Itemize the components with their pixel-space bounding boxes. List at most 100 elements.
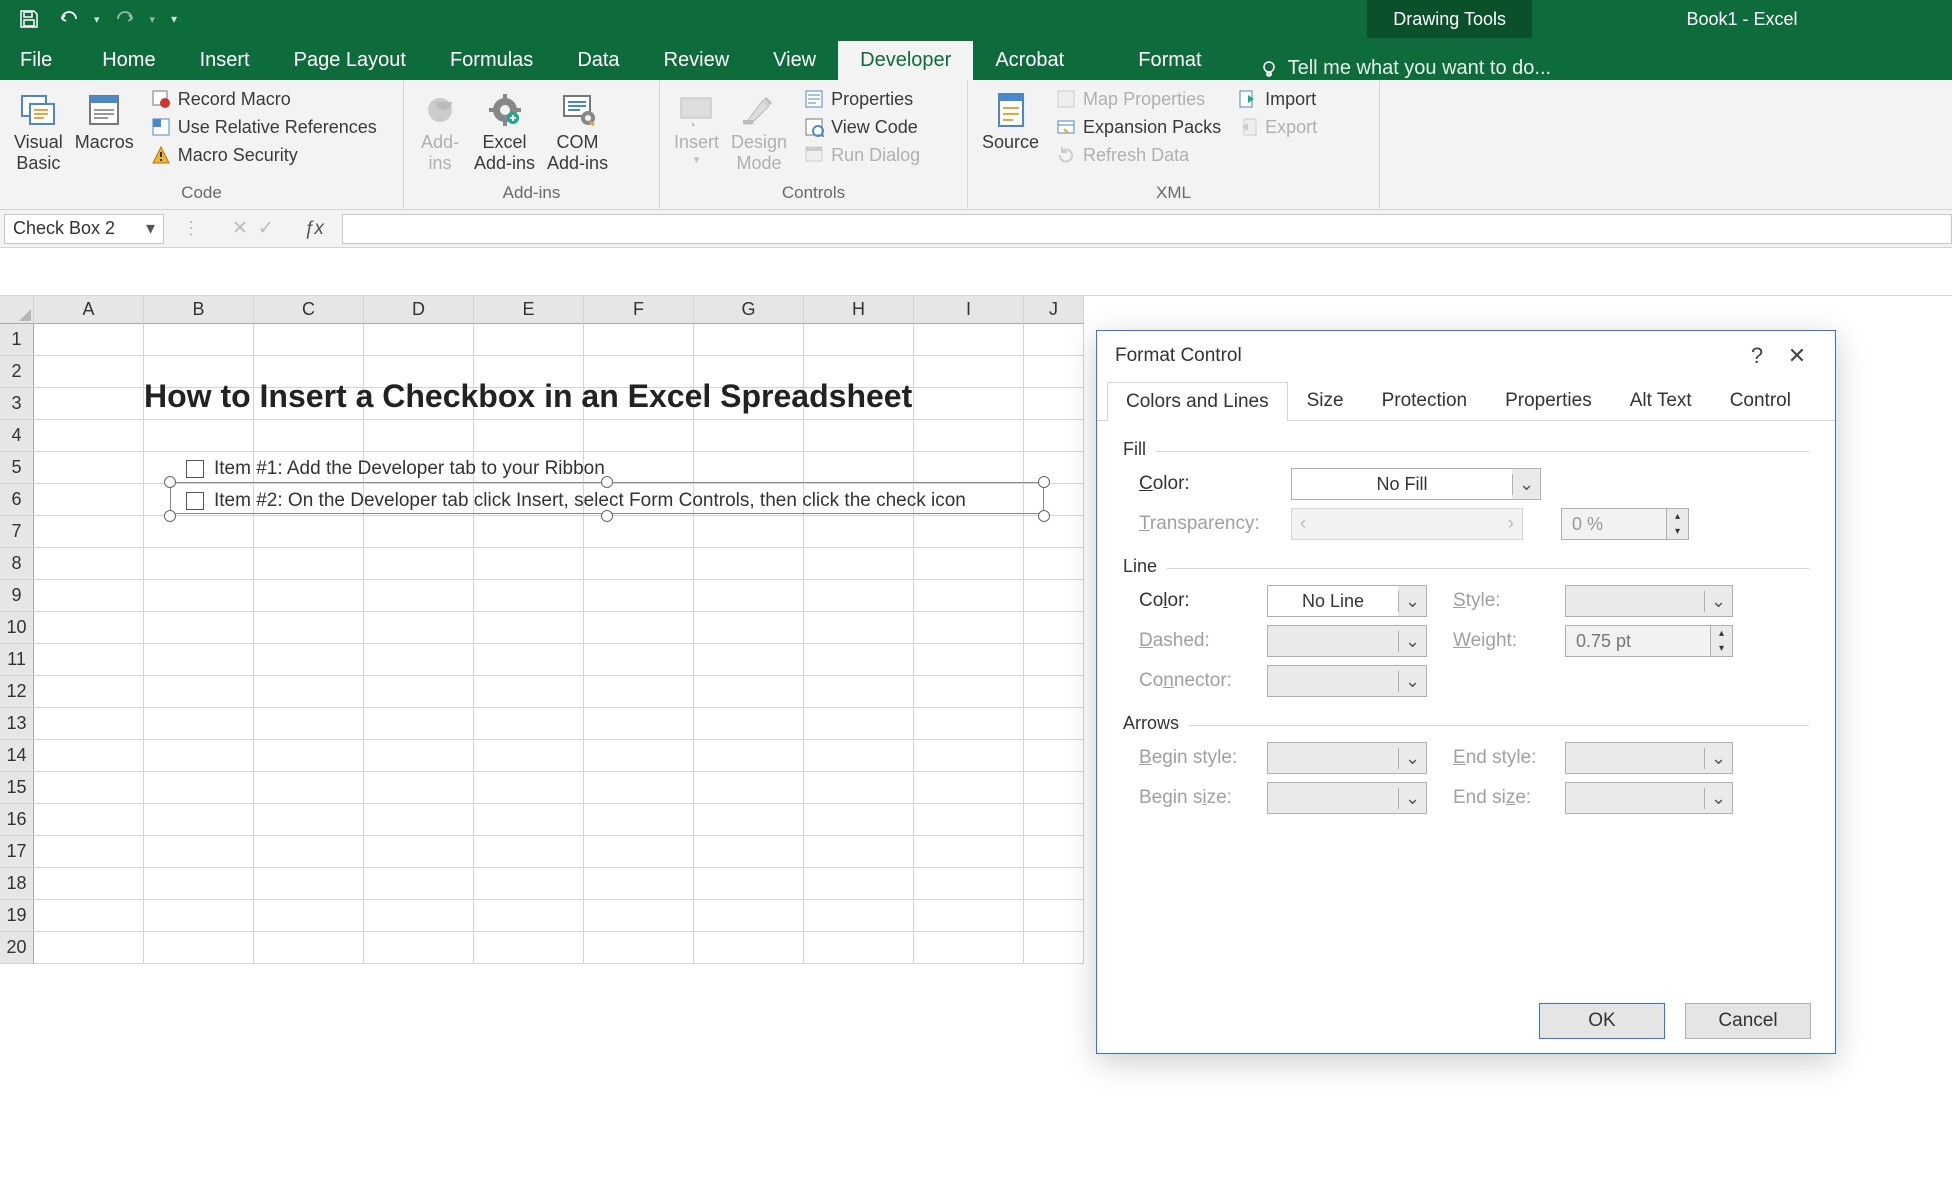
cell[interactable] [364,804,474,836]
cell[interactable] [254,644,364,676]
cell[interactable] [144,708,254,740]
cell[interactable] [474,612,584,644]
cell[interactable] [584,516,694,548]
dlg-tab-colors[interactable]: Colors and Lines [1107,382,1288,421]
row-header[interactable]: 14 [0,740,34,772]
cell[interactable] [584,836,694,868]
tab-page-layout[interactable]: Page Layout [272,41,428,80]
selection-handle[interactable] [601,476,613,488]
cell[interactable] [914,452,1024,484]
undo-icon[interactable] [54,4,84,34]
cell[interactable] [34,548,144,580]
tab-insert[interactable]: Insert [178,41,272,80]
cell[interactable] [364,836,474,868]
checkbox-item-1[interactable]: Item #1: Add the Developer tab to your R… [186,458,605,480]
cell[interactable] [584,612,694,644]
cell[interactable] [914,804,1024,836]
cell[interactable] [474,516,584,548]
cell[interactable] [584,708,694,740]
row-header[interactable]: 13 [0,708,34,740]
cell[interactable] [914,324,1024,356]
cell[interactable] [584,644,694,676]
cell[interactable] [144,804,254,836]
col-header[interactable]: F [584,296,694,324]
name-box[interactable]: Check Box 2 ▾ [4,214,164,244]
macro-security-button[interactable]: Macro Security [144,142,383,168]
cell[interactable] [254,612,364,644]
cell[interactable] [694,548,804,580]
cell[interactable] [584,580,694,612]
cell[interactable] [1024,676,1084,708]
import-button[interactable]: Import [1231,86,1323,112]
cell[interactable] [34,868,144,900]
addins-button[interactable]: Add- ins [412,84,468,174]
cell[interactable] [804,612,914,644]
options-icon[interactable]: ⋮ [182,218,200,239]
cell[interactable] [474,708,584,740]
cell[interactable] [914,708,1024,740]
cell[interactable] [254,804,364,836]
dlg-tab-alttext[interactable]: Alt Text [1611,381,1711,420]
cell[interactable] [914,900,1024,932]
source-button[interactable]: Source [976,84,1045,153]
cell[interactable] [914,388,1024,420]
cell[interactable] [474,324,584,356]
cell[interactable] [804,516,914,548]
dlg-tab-protection[interactable]: Protection [1363,381,1487,420]
cell[interactable] [34,900,144,932]
col-header[interactable]: J [1024,296,1084,324]
cell[interactable] [474,900,584,932]
cell[interactable] [694,772,804,804]
checkbox-icon[interactable] [186,492,204,510]
use-relative-refs-button[interactable]: Use Relative References [144,114,383,140]
selection-handle[interactable] [164,510,176,522]
cell[interactable] [584,676,694,708]
cell[interactable] [914,836,1024,868]
cell[interactable] [914,740,1024,772]
cell[interactable] [34,484,144,516]
checkbox-icon[interactable] [186,460,204,478]
cell[interactable] [364,612,474,644]
cell[interactable] [804,676,914,708]
selection-handle[interactable] [1038,476,1050,488]
cell[interactable] [1024,388,1084,420]
cell[interactable] [474,548,584,580]
cell[interactable] [694,868,804,900]
cell[interactable] [914,644,1024,676]
cell[interactable] [694,516,804,548]
cell[interactable] [694,836,804,868]
cell[interactable] [34,580,144,612]
cell[interactable] [474,676,584,708]
col-header[interactable]: A [34,296,144,324]
tab-data[interactable]: Data [555,41,641,80]
cell[interactable] [914,420,1024,452]
cell[interactable] [254,900,364,932]
cell[interactable] [254,324,364,356]
cell[interactable] [804,772,914,804]
cell[interactable] [34,804,144,836]
cell[interactable] [1024,772,1084,804]
cell[interactable] [364,932,474,964]
row-header[interactable]: 1 [0,324,34,356]
cell[interactable] [1024,740,1084,772]
row-header[interactable]: 16 [0,804,34,836]
cell[interactable] [1024,420,1084,452]
cell[interactable] [254,868,364,900]
checkbox-item-2[interactable]: Item #2: On the Developer tab click Inse… [186,490,966,512]
cell[interactable] [34,676,144,708]
cell[interactable] [694,708,804,740]
cell[interactable] [364,420,474,452]
cell[interactable] [34,388,144,420]
cell[interactable] [1024,516,1084,548]
cell[interactable] [34,932,144,964]
selection-handle[interactable] [1038,510,1050,522]
redo-icon[interactable] [110,4,140,34]
tab-developer[interactable]: Developer [838,41,973,80]
cell[interactable] [34,612,144,644]
fill-color-combo[interactable]: No Fill ⌄ [1291,468,1541,500]
cell[interactable] [804,900,914,932]
cell[interactable] [34,356,144,388]
cell[interactable] [694,804,804,836]
cell[interactable] [34,644,144,676]
excel-addins-button[interactable]: Excel Add-ins [468,84,541,174]
